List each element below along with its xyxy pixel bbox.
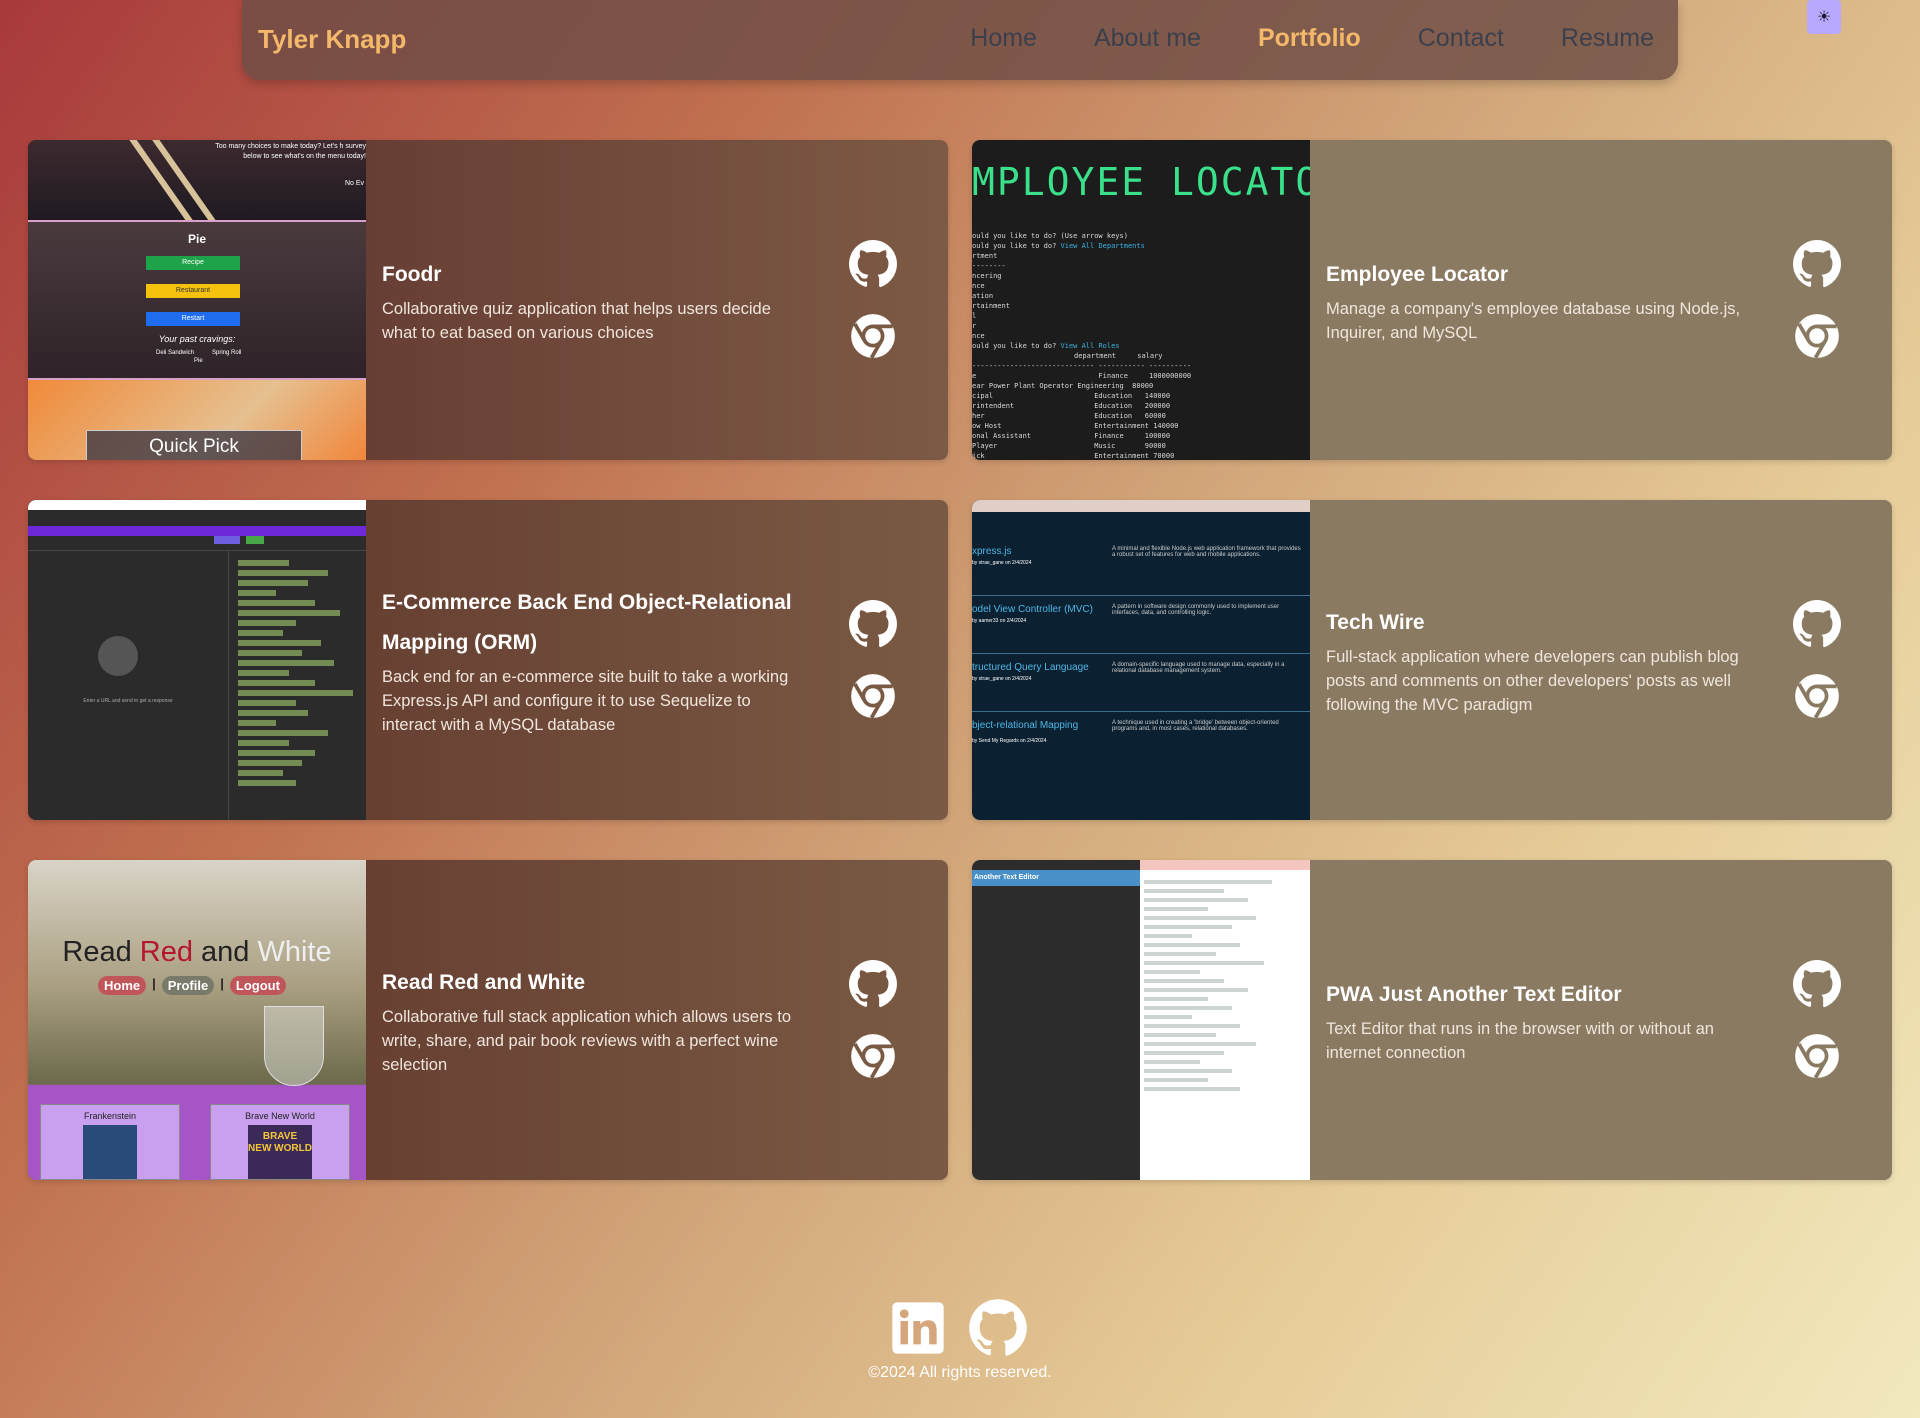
project-card-read-red-and-white: Read Red and White Home | Profile | Logo… <box>28 860 948 1180</box>
live-site-link[interactable] <box>848 311 898 361</box>
project-description: Collaborative quiz application that help… <box>382 300 771 342</box>
project-description: Text Editor that runs in the browser wit… <box>1326 1020 1714 1062</box>
project-card-foodr: Too many choices to make today? Let's h … <box>28 140 948 460</box>
project-card-pwa-text-editor: Another Text Editor PWA Just Another Tex… <box>972 860 1892 1180</box>
github-icon <box>849 240 897 288</box>
nav-link-contact[interactable]: Contact <box>1418 24 1504 53</box>
project-thumbnail: Read Red and White Home | Profile | Logo… <box>28 860 366 1180</box>
github-repo-link[interactable] <box>1792 239 1842 289</box>
bug-icon <box>98 636 138 676</box>
nav-links: Home About me Portfolio Contact Resume <box>970 24 1654 53</box>
footer-social-links <box>890 1298 1027 1358</box>
project-thumbnail: MPLOYEE LOCATOR ould you like to do? (Us… <box>972 140 1310 460</box>
chrome-icon <box>851 314 895 359</box>
project-title: Employee Locator <box>1326 263 1509 286</box>
live-site-link[interactable] <box>1792 311 1842 361</box>
live-site-link[interactable] <box>1792 671 1842 721</box>
project-card-tech-wire: xpress.js by strae_gane on 2/4/2024 A mi… <box>972 500 1892 820</box>
wine-glass-image <box>264 1006 324 1086</box>
brand-logo[interactable]: Tyler Knapp <box>258 24 406 55</box>
nav-link-about[interactable]: About me <box>1094 24 1201 53</box>
project-thumbnail: Another Text Editor <box>972 860 1310 1180</box>
project-title: Tech Wire <box>1326 611 1425 634</box>
github-icon <box>849 960 897 1008</box>
linkedin-icon <box>892 1302 944 1354</box>
theme-toggle-button[interactable]: ☀ <box>1807 0 1841 34</box>
nav-link-portfolio[interactable]: Portfolio <box>1258 24 1361 53</box>
project-description: Full-stack application where developers … <box>1326 648 1739 714</box>
project-description: Back end for an e-commerce site built to… <box>382 668 789 734</box>
project-title: E-Commerce Back End Object-Relational Ma… <box>382 591 792 654</box>
project-description: Manage a company's employee database usi… <box>1326 300 1741 342</box>
github-icon <box>849 600 897 648</box>
live-site-link[interactable] <box>848 1031 898 1081</box>
live-site-link[interactable] <box>1792 1031 1842 1081</box>
nav-link-home[interactable]: Home <box>970 24 1037 53</box>
sun-icon: ☀ <box>1816 9 1832 26</box>
github-icon <box>1793 960 1841 1008</box>
chrome-icon <box>1795 314 1839 359</box>
project-title: Foodr <box>382 263 442 286</box>
project-thumbnail: Enter a URL and send to get a response <box>28 500 366 820</box>
project-title: PWA Just Another Text Editor <box>1326 983 1622 1006</box>
linkedin-link[interactable] <box>890 1298 946 1358</box>
github-repo-link[interactable] <box>1792 599 1842 649</box>
github-repo-link[interactable] <box>848 599 898 649</box>
github-profile-link[interactable] <box>968 1298 1027 1358</box>
github-repo-link[interactable] <box>848 239 898 289</box>
copyright: ©2024 All rights reserved. <box>868 1364 1052 1381</box>
project-card-employee-locator: MPLOYEE LOCATOR ould you like to do? (Us… <box>972 140 1892 460</box>
github-icon <box>1793 600 1841 648</box>
navbar: Tyler Knapp Home About me Portfolio Cont… <box>242 0 1678 80</box>
chrome-icon <box>851 674 895 719</box>
project-description: Collaborative full stack application whi… <box>382 1008 792 1074</box>
github-icon <box>969 1299 1027 1356</box>
github-repo-link[interactable] <box>1792 959 1842 1009</box>
github-icon <box>1793 240 1841 288</box>
chrome-icon <box>851 1034 895 1079</box>
nav-link-resume[interactable]: Resume <box>1561 24 1654 53</box>
live-site-link[interactable] <box>848 671 898 721</box>
chrome-icon <box>1795 1034 1839 1079</box>
project-thumbnail: Too many choices to make today? Let's h … <box>28 140 366 460</box>
project-card-ecommerce-orm: Enter a URL and send to get a response E… <box>28 500 948 820</box>
project-title: Read Red and White <box>382 971 586 994</box>
chrome-icon <box>1795 674 1839 719</box>
project-thumbnail: xpress.js by strae_gane on 2/4/2024 A mi… <box>972 500 1310 820</box>
github-repo-link[interactable] <box>848 959 898 1009</box>
